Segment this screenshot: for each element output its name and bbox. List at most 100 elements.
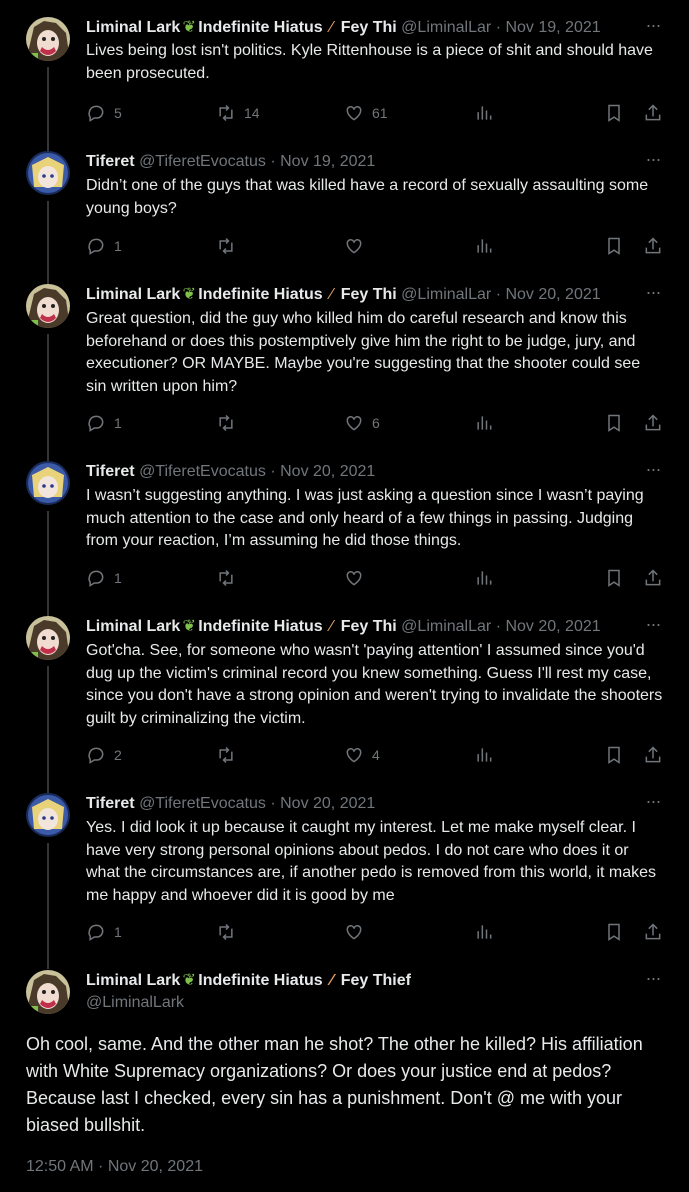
- author-name[interactable]: Liminal Lark: [86, 286, 180, 303]
- tweet-1[interactable]: Liminal Lark ❦ Indefinite Hiatus ∕ Fey Thi @…: [0, 16, 689, 152]
- tweet-date[interactable]: Nov 20, 2021: [280, 795, 375, 812]
- more-icon[interactable]: ···: [643, 283, 663, 306]
- avatar-tiferet[interactable]: [26, 151, 70, 195]
- like-button[interactable]: 61: [344, 102, 388, 124]
- tweet-3[interactable]: Liminal Lark ❦ Indefinite Hiatus ∕ Fey Thi @…: [0, 283, 689, 462]
- more-icon[interactable]: ···: [643, 969, 663, 992]
- like-icon: [346, 924, 362, 940]
- author-name-part[interactable]: Fey Thi: [341, 19, 397, 36]
- share-button[interactable]: [643, 235, 663, 257]
- tweet-date[interactable]: Nov 20, 2021: [505, 286, 600, 303]
- main-author-handle[interactable]: @LiminalLark: [86, 992, 184, 1014]
- avatar-liminal-lark[interactable]: [26, 970, 70, 1014]
- reply-button[interactable]: 1: [86, 235, 122, 257]
- author-handle[interactable]: @TiferetEvocatus: [139, 153, 266, 170]
- retweet-button[interactable]: [216, 412, 244, 434]
- reply-count: 1: [114, 924, 122, 940]
- author-name[interactable]: Liminal Lark: [86, 19, 180, 36]
- author-name-part[interactable]: Fey Thi: [341, 286, 397, 303]
- bookmark-button[interactable]: [604, 744, 624, 766]
- views-button[interactable]: [474, 412, 494, 434]
- author-handle[interactable]: @LiminalLar: [401, 618, 491, 635]
- author-name[interactable]: Tiferet: [86, 463, 135, 480]
- avatar-tiferet[interactable]: [26, 461, 70, 505]
- like-button[interactable]: 6: [344, 412, 380, 434]
- separator: ·: [270, 153, 276, 170]
- author-name-part[interactable]: Fey Thi: [341, 618, 397, 635]
- like-button[interactable]: [344, 235, 372, 257]
- reply-button[interactable]: 1: [86, 567, 122, 589]
- retweet-button[interactable]: [216, 744, 244, 766]
- author-handle[interactable]: @LiminalLar: [401, 286, 491, 303]
- more-icon[interactable]: ···: [643, 16, 663, 39]
- retweet-button[interactable]: [216, 921, 244, 943]
- reply-button[interactable]: 1: [86, 921, 122, 943]
- like-icon: [346, 238, 362, 254]
- more-icon[interactable]: ···: [643, 792, 663, 815]
- views-icon: [477, 925, 492, 939]
- share-button[interactable]: [643, 412, 663, 434]
- avatar-liminal-lark[interactable]: [26, 17, 70, 61]
- like-count: 4: [372, 747, 380, 763]
- author-name[interactable]: Liminal Lark: [86, 618, 180, 635]
- author-name-part[interactable]: Indefinite Hiatus: [198, 618, 322, 635]
- author-name[interactable]: Liminal Lark: [86, 972, 180, 989]
- tweet-date[interactable]: Nov 20, 2021: [280, 463, 375, 480]
- author-name-part[interactable]: Indefinite Hiatus: [198, 19, 322, 36]
- action-bar: 1 6: [86, 412, 663, 434]
- bookmark-button[interactable]: [604, 921, 624, 943]
- share-button[interactable]: [643, 921, 663, 943]
- retweet-button[interactable]: [216, 235, 244, 257]
- author-handle[interactable]: @LiminalLar: [401, 19, 491, 36]
- avatar-liminal-lark[interactable]: [26, 284, 70, 328]
- knife-emoji-icon: ∕: [330, 286, 334, 303]
- tweet-2[interactable]: Tiferet @TiferetEvocatus · Nov 19, 2021 …: [0, 150, 689, 284]
- knife-emoji-icon: ∕: [330, 972, 334, 989]
- tweet-5[interactable]: Liminal Lark ❦ Indefinite Hiatus ∕ Fey Thi @…: [0, 615, 689, 794]
- retweet-button[interactable]: 14: [216, 102, 260, 124]
- author-name[interactable]: Tiferet: [86, 153, 135, 170]
- views-button[interactable]: [474, 567, 494, 589]
- bookmark-button[interactable]: [604, 102, 624, 124]
- more-icon[interactable]: ···: [643, 460, 663, 483]
- bookmark-button[interactable]: [604, 567, 624, 589]
- author-handle[interactable]: @TiferetEvocatus: [139, 795, 266, 812]
- tweet-date[interactable]: Nov 19, 2021: [280, 153, 375, 170]
- like-button[interactable]: 4: [344, 744, 380, 766]
- more-icon[interactable]: ···: [643, 150, 663, 173]
- share-button[interactable]: [643, 102, 663, 124]
- bookmark-button[interactable]: [604, 235, 624, 257]
- tweet-date[interactable]: Nov 20, 2021: [505, 618, 600, 635]
- views-button[interactable]: [474, 744, 494, 766]
- author-name-part[interactable]: Fey Thief: [341, 972, 411, 989]
- tweet-header: Liminal Lark ❦ Indefinite Hiatus ∕ Fey Thi @…: [86, 616, 633, 638]
- like-button[interactable]: [344, 567, 372, 589]
- reply-button[interactable]: 2: [86, 744, 122, 766]
- reply-icon: [88, 747, 104, 764]
- share-button[interactable]: [643, 744, 663, 766]
- bookmark-button[interactable]: [604, 412, 624, 434]
- leaf-emoji-icon: ❦: [182, 618, 196, 635]
- share-button[interactable]: [643, 567, 663, 589]
- reply-button[interactable]: 5: [86, 102, 122, 124]
- retweet-button[interactable]: [216, 567, 244, 589]
- reply-button[interactable]: 1: [86, 412, 122, 434]
- author-name[interactable]: Tiferet: [86, 795, 135, 812]
- tweet-date[interactable]: Nov 19, 2021: [505, 19, 600, 36]
- views-icon: [477, 416, 492, 430]
- main-author-name[interactable]: Liminal Lark ❦ Indefinite Hiatus ∕ Fey Thief: [86, 970, 411, 992]
- avatar-liminal-lark[interactable]: [26, 616, 70, 660]
- reply-icon: [88, 415, 104, 432]
- author-name-part[interactable]: Indefinite Hiatus: [198, 972, 322, 989]
- main-tweet-timestamp[interactable]: 12:50 AM · Nov 20, 2021: [26, 1158, 203, 1176]
- views-button[interactable]: [474, 235, 494, 257]
- author-handle[interactable]: @TiferetEvocatus: [139, 463, 266, 480]
- like-button[interactable]: [344, 921, 372, 943]
- more-icon[interactable]: ···: [643, 615, 663, 638]
- tweet-6[interactable]: Tiferet @TiferetEvocatus · Nov 20, 2021 …: [0, 792, 689, 969]
- author-name-part[interactable]: Indefinite Hiatus: [198, 286, 322, 303]
- views-button[interactable]: [474, 102, 494, 124]
- tweet-4[interactable]: Tiferet @TiferetEvocatus · Nov 20, 2021 …: [0, 460, 689, 617]
- views-button[interactable]: [474, 921, 494, 943]
- avatar-tiferet[interactable]: [26, 793, 70, 837]
